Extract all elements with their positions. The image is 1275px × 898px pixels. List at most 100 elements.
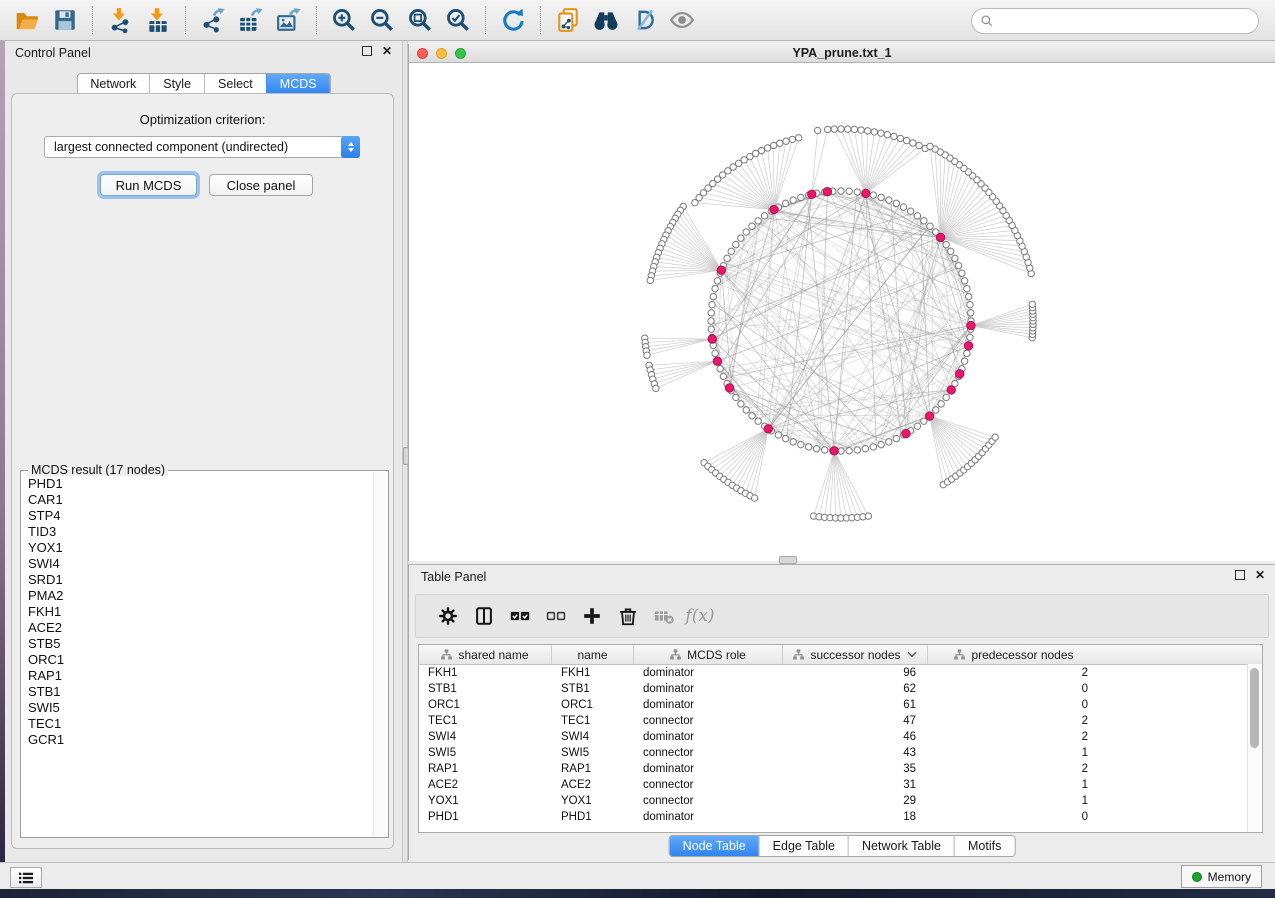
add-button[interactable] bbox=[574, 601, 610, 631]
column-header-MCDS-role[interactable]: MCDS role bbox=[634, 645, 783, 664]
table-row[interactable]: ORC1ORC1dominator610 bbox=[419, 697, 1262, 713]
optimization-criterion-select[interactable]: largest connected component (undirected) bbox=[44, 136, 360, 158]
column-header-name[interactable]: name bbox=[552, 645, 634, 664]
table-row[interactable]: SWI5SWI5connector431 bbox=[419, 745, 1262, 761]
tab-motifs[interactable]: Motifs bbox=[954, 836, 1014, 856]
show-columns-button[interactable] bbox=[466, 601, 502, 631]
mcds-result-item[interactable]: FKH1 bbox=[22, 604, 374, 620]
network-graph-canvas[interactable] bbox=[409, 63, 1274, 560]
column-label: MCDS role bbox=[687, 648, 746, 662]
open-button[interactable] bbox=[8, 4, 46, 36]
zoom-in-button[interactable] bbox=[325, 4, 363, 36]
mcds-list-scrollbar[interactable] bbox=[373, 472, 387, 836]
zoom-selected-button[interactable] bbox=[439, 4, 477, 36]
save-button[interactable] bbox=[46, 4, 84, 36]
column-header-shared-name[interactable]: shared name bbox=[419, 645, 552, 664]
mcds-result-item[interactable]: ACE2 bbox=[22, 620, 374, 636]
memory-button[interactable]: Memory bbox=[1181, 865, 1262, 888]
column-label: shared name bbox=[458, 648, 528, 662]
export-image-button[interactable] bbox=[270, 4, 308, 36]
namespace-tree-icon bbox=[441, 649, 452, 660]
zoom-out-button[interactable] bbox=[363, 4, 401, 36]
mcds-result-item[interactable]: ORC1 bbox=[22, 652, 374, 668]
close-panel-button[interactable]: Close panel bbox=[209, 174, 313, 196]
mcds-result-item[interactable]: RAP1 bbox=[22, 668, 374, 684]
hide-panels-button[interactable] bbox=[625, 4, 663, 36]
mcds-result-item[interactable]: STP4 bbox=[22, 508, 374, 524]
binoculars-button[interactable] bbox=[587, 4, 625, 36]
clipboard-network-button[interactable] bbox=[549, 4, 587, 36]
zoom-out-icon bbox=[369, 7, 395, 33]
namespace-tree-icon bbox=[793, 649, 804, 660]
mcds-result-item[interactable]: PMA2 bbox=[22, 588, 374, 604]
mcds-result-frame: MCDS result (17 nodes) PHD1CAR1STP4TID3Y… bbox=[20, 470, 389, 838]
control-panel-tabs: NetworkStyleSelectMCDS bbox=[76, 73, 330, 95]
select-all-button[interactable] bbox=[502, 601, 538, 631]
table-row[interactable]: FKH1FKH1dominator962 bbox=[419, 665, 1262, 681]
cell: 1 bbox=[928, 745, 1100, 761]
mcds-result-item[interactable]: TID3 bbox=[22, 524, 374, 540]
cell: 62 bbox=[783, 681, 928, 697]
zoom-fit-button[interactable] bbox=[401, 4, 439, 36]
table-row[interactable]: ACE2ACE2connector311 bbox=[419, 777, 1262, 793]
mcds-result-item[interactable]: SWI4 bbox=[22, 556, 374, 572]
cell: FKH1 bbox=[552, 665, 634, 681]
deselect-all-icon bbox=[545, 605, 567, 627]
function-icon: f(x) bbox=[685, 606, 714, 626]
table-row[interactable]: RAP1RAP1dominator352 bbox=[419, 761, 1262, 777]
import-network-button[interactable] bbox=[101, 4, 139, 36]
mcds-result-item[interactable]: YOX1 bbox=[22, 540, 374, 556]
table-row[interactable]: YOX1YOX1connector291 bbox=[419, 793, 1262, 809]
mcds-result-item[interactable]: SRD1 bbox=[22, 572, 374, 588]
mcds-result-item[interactable]: TEC1 bbox=[22, 716, 374, 732]
table-row[interactable]: TEC1TEC1connector472 bbox=[419, 713, 1262, 729]
eye-button[interactable] bbox=[663, 4, 701, 36]
tab-node-table[interactable]: Node Table bbox=[670, 836, 759, 856]
mcds-result-item[interactable]: GCR1 bbox=[22, 732, 374, 748]
toolbar-separator bbox=[540, 6, 541, 34]
mcds-result-item[interactable]: PHD1 bbox=[22, 476, 374, 492]
network-window-titlebar[interactable]: YPA_prune.txt_1 bbox=[409, 44, 1275, 63]
tab-network-table[interactable]: Network Table bbox=[848, 836, 954, 856]
delete-table-button[interactable] bbox=[646, 601, 682, 631]
node-table-body: FKH1FKH1dominator962STB1STB1dominator620… bbox=[419, 665, 1262, 825]
run-mcds-button[interactable]: Run MCDS bbox=[100, 174, 197, 196]
export-table-icon bbox=[238, 7, 264, 33]
close-panel-icon[interactable]: ✕ bbox=[382, 46, 392, 56]
desktop-wallpaper-bottom-edge bbox=[0, 889, 1275, 898]
table-row[interactable]: SWI4SWI4dominator462 bbox=[419, 729, 1262, 745]
search-input[interactable] bbox=[971, 8, 1259, 34]
mcds-result-item[interactable]: STB5 bbox=[22, 636, 374, 652]
mcds-result-item[interactable]: STB1 bbox=[22, 684, 374, 700]
function-button[interactable]: f(x) bbox=[682, 601, 718, 631]
tab-edge-table[interactable]: Edge Table bbox=[759, 836, 848, 856]
table-scrollbar[interactable] bbox=[1247, 664, 1262, 832]
import-table-button[interactable] bbox=[139, 4, 177, 36]
tab-network[interactable]: Network bbox=[77, 74, 149, 94]
tab-select[interactable]: Select bbox=[204, 74, 266, 94]
task-history-button[interactable] bbox=[10, 867, 42, 888]
tab-mcds[interactable]: MCDS bbox=[266, 74, 330, 94]
mcds-result-title: MCDS result (17 nodes) bbox=[28, 463, 168, 477]
select-all-icon bbox=[509, 605, 531, 627]
float-window-icon[interactable] bbox=[1235, 570, 1245, 580]
export-network-button[interactable] bbox=[194, 4, 232, 36]
scrollbar-thumb[interactable] bbox=[1250, 668, 1259, 748]
deselect-all-button[interactable] bbox=[538, 601, 574, 631]
mcds-result-item[interactable]: CAR1 bbox=[22, 492, 374, 508]
column-header-predecessor-nodes[interactable]: predecessor nodes bbox=[928, 645, 1100, 664]
export-table-button[interactable] bbox=[232, 4, 270, 36]
tab-style[interactable]: Style bbox=[149, 74, 204, 94]
settings-button[interactable] bbox=[430, 601, 466, 631]
mcds-result-item[interactable]: SWI5 bbox=[22, 700, 374, 716]
table-row[interactable]: PHD1PHD1dominator180 bbox=[419, 809, 1262, 825]
close-panel-icon[interactable]: ✕ bbox=[1255, 570, 1265, 580]
column-header-successor-nodes[interactable]: successor nodes bbox=[783, 645, 928, 664]
float-window-icon[interactable] bbox=[362, 46, 372, 56]
cell: 35 bbox=[783, 761, 928, 777]
table-row[interactable]: STB1STB1dominator620 bbox=[419, 681, 1262, 697]
horizontal-splitter-grip[interactable] bbox=[779, 556, 797, 564]
delete-button[interactable] bbox=[610, 601, 646, 631]
table-panel-window-controls: ✕ bbox=[1235, 570, 1265, 580]
refresh-button[interactable] bbox=[494, 4, 532, 36]
